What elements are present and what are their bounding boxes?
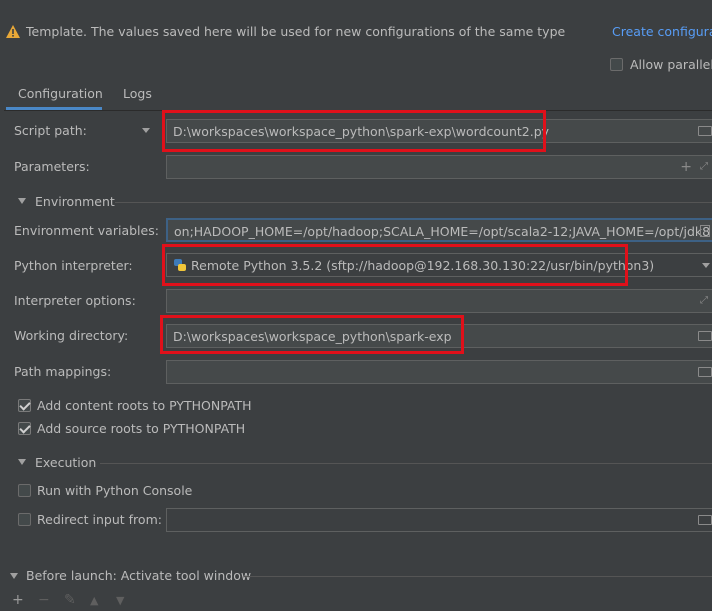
chevron-down-icon[interactable] [702,263,710,268]
create-configuration-link[interactable]: Create configurati [612,24,712,39]
environment-section-title[interactable]: Environment [35,194,115,209]
env-vars-field[interactable]: on;HADOOP_HOME=/opt/hadoop;SCALA_HOME=/o… [166,218,712,242]
env-vars-value: on;HADOOP_HOME=/opt/hadoop;SCALA_HOME=/o… [174,224,711,239]
folder-icon[interactable] [698,367,712,377]
run-with-python-console-label: Run with Python Console [37,483,193,498]
env-vars-label: Environment variables: [14,223,159,238]
script-type-dropdown-icon[interactable] [142,128,150,133]
highlight-box-working-directory [160,315,464,354]
template-warning-text: Template. The values saved here will be … [26,24,566,39]
add-source-roots-label: Add source roots to PYTHONPATH [37,421,246,436]
execution-collapse-icon[interactable] [18,459,26,465]
allow-parallel-label: Allow parallel [630,57,712,72]
move-up-icon[interactable]: ▲ [90,594,98,607]
expand-icon[interactable]: ⤢ [700,296,710,306]
folder-icon[interactable] [698,126,712,136]
environment-collapse-icon[interactable] [18,198,26,204]
allow-parallel-checkbox[interactable] [610,58,623,71]
add-source-roots-checkbox[interactable] [18,422,31,435]
section-divider [244,576,712,577]
add-content-roots-label: Add content roots to PYTHONPATH [37,398,252,413]
path-mappings-label: Path mappings: [14,364,112,379]
tab-logs[interactable]: Logs [123,86,152,101]
before-launch-title[interactable]: Before launch: Activate tool window [26,568,251,583]
redirect-input-checkbox[interactable] [18,513,31,526]
edit-env-vars-icon[interactable] [700,225,710,237]
parameters-field[interactable]: + ⤢ [166,155,712,179]
run-with-python-console-checkbox[interactable] [18,484,31,497]
remove-icon[interactable]: − [38,592,50,608]
section-divider [115,202,712,203]
interpreter-options-field[interactable]: ⤢ [166,289,712,313]
tab-configuration[interactable]: Configuration [18,86,103,101]
section-divider [100,463,712,464]
execution-section-title[interactable]: Execution [35,455,96,470]
add-icon[interactable]: + [12,592,24,608]
add-content-roots-checkbox[interactable] [18,399,31,412]
highlight-box-interpreter [162,244,628,286]
highlight-box-script-path [162,110,546,152]
plus-icon[interactable]: + [680,159,692,175]
before-launch-collapse-icon[interactable] [10,573,18,579]
move-down-icon[interactable]: ▼ [116,594,124,607]
warning-icon [6,25,20,38]
redirect-input-field[interactable] [166,508,712,532]
parameters-label: Parameters: [14,159,90,174]
working-directory-label: Working directory: [14,328,129,343]
interpreter-options-label: Interpreter options: [14,293,136,308]
script-path-label: Script path: [14,123,87,138]
expand-icon[interactable]: ⤢ [700,162,710,172]
path-mappings-field[interactable] [166,360,712,384]
template-warning-bar: Template. The values saved here will be … [0,0,712,60]
folder-icon[interactable] [698,331,712,341]
folder-icon[interactable] [698,515,712,525]
redirect-input-label: Redirect input from: [37,512,162,527]
python-interpreter-label: Python interpreter: [14,258,133,273]
edit-icon[interactable]: ✎ [64,592,76,608]
